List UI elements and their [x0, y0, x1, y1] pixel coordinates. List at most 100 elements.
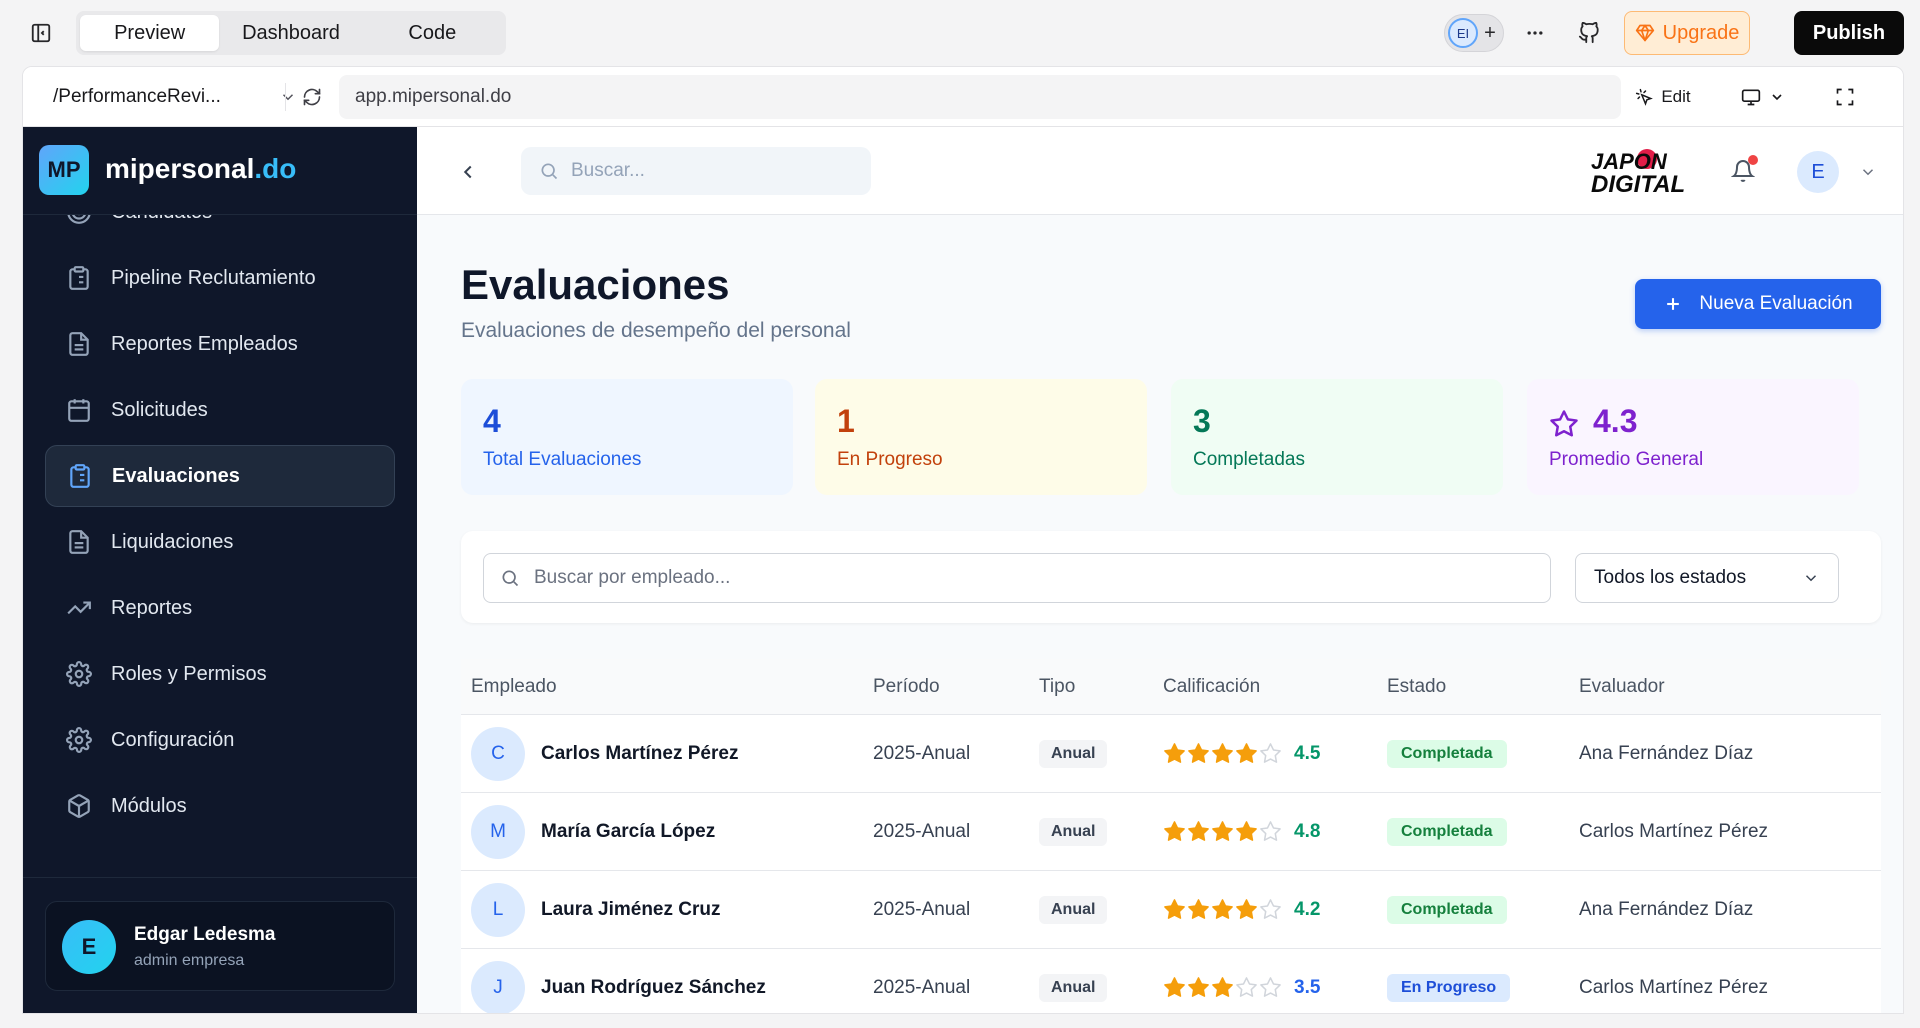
cell-period: 2025-Anual	[873, 820, 971, 842]
cell-period: 2025-Anual	[873, 742, 971, 764]
sidebar-item-evaluaciones[interactable]: Evaluaciones	[45, 445, 395, 507]
filter-card: Buscar por empleado... Todos los estados	[461, 531, 1881, 623]
cell-employee: M María García López	[461, 804, 873, 859]
route-select[interactable]: /PerformanceRevi...	[53, 81, 297, 113]
device-select[interactable]	[1733, 81, 1793, 113]
new-evaluation-button[interactable]: Nueva Evaluación	[1635, 279, 1881, 329]
sidebar-item-configuracion[interactable]: Configuración	[45, 709, 395, 771]
star-empty-icon	[1260, 899, 1281, 919]
employee-search-input[interactable]: Buscar por empleado...	[483, 553, 1551, 603]
sidebar-item-label: Evaluaciones	[112, 464, 240, 487]
collaborator-avatar[interactable]: EI	[1448, 18, 1478, 48]
table-row[interactable]: J Juan Rodríguez Sánchez 2025-Anual Anual 3.…	[461, 949, 1881, 1013]
upgrade-button[interactable]: Upgrade	[1624, 11, 1750, 55]
brand-name: mipersonal.do	[105, 153, 296, 185]
user-role: admin empresa	[134, 952, 245, 969]
tab-code[interactable]: Code	[363, 15, 502, 51]
calendar-icon	[65, 396, 93, 424]
page-title: Evaluaciones	[461, 261, 730, 308]
table-row[interactable]: L Laura Jiménez Cruz 2025-Anual Anual 4.2 Com…	[461, 871, 1881, 949]
company-logo: JAPON DIGITAL	[1591, 149, 1685, 195]
star-filled-icon	[1236, 821, 1257, 841]
stat-value: 1	[837, 403, 855, 439]
tab-preview[interactable]: Preview	[80, 15, 220, 51]
add-collaborator-button[interactable]: +	[1478, 18, 1502, 48]
reload-icon[interactable]	[297, 82, 327, 112]
file-text-icon	[65, 330, 93, 358]
file-text-icon	[65, 528, 93, 556]
fullscreen-icon[interactable]	[1829, 81, 1861, 113]
employee-name[interactable]: Juan Rodríguez Sánchez	[541, 977, 766, 999]
column-header-period[interactable]: Período	[873, 676, 1039, 698]
star-filled-icon	[1212, 821, 1233, 841]
stat-label: Total Evaluaciones	[483, 449, 642, 470]
star-filled-icon	[1236, 743, 1257, 763]
sidebar-item-label: Reportes	[111, 596, 193, 619]
brand-name-main: mipersonal	[105, 153, 255, 184]
table-row[interactable]: C Carlos Martínez Pérez 2025-Anual Anual 4.5…	[461, 715, 1881, 793]
star-empty-icon	[1260, 743, 1281, 763]
column-header-rating[interactable]: Calificación	[1163, 676, 1387, 698]
column-header-status[interactable]: Estado	[1387, 676, 1579, 698]
avatar[interactable]: E	[1797, 151, 1839, 193]
bell-icon[interactable]	[1725, 153, 1761, 189]
star-rating	[1163, 976, 1282, 999]
user-card[interactable]: E Edgar Ledesma admin empresa	[45, 901, 395, 991]
brand[interactable]: MP mipersonal.do	[23, 127, 417, 215]
sidebar-toggle-icon[interactable]	[26, 18, 56, 48]
sidebar-item-reportes-empleados[interactable]: Reportes Empleados	[45, 313, 395, 375]
main-content: Buscar... JAPON DIGITAL E Evaluaciones E…	[417, 127, 1903, 1013]
gear-icon	[65, 660, 93, 688]
column-header-type[interactable]: Tipo	[1039, 676, 1163, 698]
publish-button[interactable]: Publish	[1794, 11, 1904, 55]
type-badge: Anual	[1039, 817, 1108, 846]
sidebar-item-roles[interactable]: Roles y Permisos	[45, 643, 395, 705]
more-options-icon[interactable]	[1520, 18, 1550, 48]
edit-button[interactable]: Edit	[1621, 81, 1705, 113]
star-icon	[1550, 410, 1578, 437]
tab-dashboard[interactable]: Dashboard	[221, 15, 360, 51]
sidebar-item-liquidaciones[interactable]: Liquidaciones	[45, 511, 395, 573]
cell-type: Anual	[1039, 817, 1163, 846]
employee-name[interactable]: María García López	[541, 821, 715, 843]
employee-name[interactable]: Carlos Martínez Pérez	[541, 743, 738, 765]
url-input[interactable]: app.mipersonal.do	[339, 75, 1621, 119]
employee-name[interactable]: Laura Jiménez Cruz	[541, 899, 721, 921]
sidebar-item-solicitudes[interactable]: Solicitudes	[45, 379, 395, 441]
sidebar-item-label: Reportes Empleados	[111, 332, 298, 355]
main-header: Buscar... JAPON DIGITAL E	[417, 127, 1903, 215]
sidebar-item-modulos[interactable]: Módulos	[45, 775, 395, 837]
sidebar-item-label: Pipeline Reclutamiento	[111, 266, 316, 289]
star-filled-icon	[1188, 977, 1209, 997]
star-filled-icon	[1164, 821, 1185, 841]
upgrade-label: Upgrade	[1662, 21, 1740, 44]
search-icon	[502, 570, 519, 587]
cell-rating: 4.8	[1163, 820, 1387, 843]
type-badge: Anual	[1039, 973, 1108, 1002]
chevron-left-icon[interactable]	[453, 157, 483, 187]
search-icon	[541, 163, 558, 180]
sidebar-item-pipeline[interactable]: Pipeline Reclutamiento	[45, 247, 395, 309]
cell-evaluator: Ana Fernández Díaz	[1579, 742, 1754, 764]
sidebar-item-reportes[interactable]: Reportes	[45, 577, 395, 639]
gear-icon	[65, 726, 93, 754]
search-input[interactable]: Buscar...	[521, 147, 871, 195]
table-row[interactable]: M María García López 2025-Anual Anual 4.8 Com…	[461, 793, 1881, 871]
cell-rating: 3.5	[1163, 976, 1387, 999]
stat-card-total: 4 Total Evaluaciones	[461, 379, 793, 495]
brand-name-tld: .do	[254, 153, 297, 184]
star-filled-icon	[1212, 899, 1233, 919]
type-badge: Anual	[1039, 739, 1108, 768]
rating-value: 4.2	[1294, 898, 1321, 920]
star-filled-icon	[1164, 977, 1185, 997]
edit-label: Edit	[1661, 87, 1691, 106]
user-name: Edgar Ledesma	[134, 924, 276, 945]
status-filter-select[interactable]: Todos los estados	[1575, 553, 1839, 603]
cell-type: Anual	[1039, 895, 1163, 924]
column-header-evaluator[interactable]: Evaluador	[1579, 676, 1881, 698]
github-icon[interactable]	[1574, 18, 1604, 48]
chevron-down-icon	[1805, 575, 1817, 582]
column-header-employee[interactable]: Empleado	[461, 676, 873, 698]
chevron-down-icon[interactable]	[1855, 159, 1881, 185]
cell-status: Completada	[1387, 817, 1579, 846]
